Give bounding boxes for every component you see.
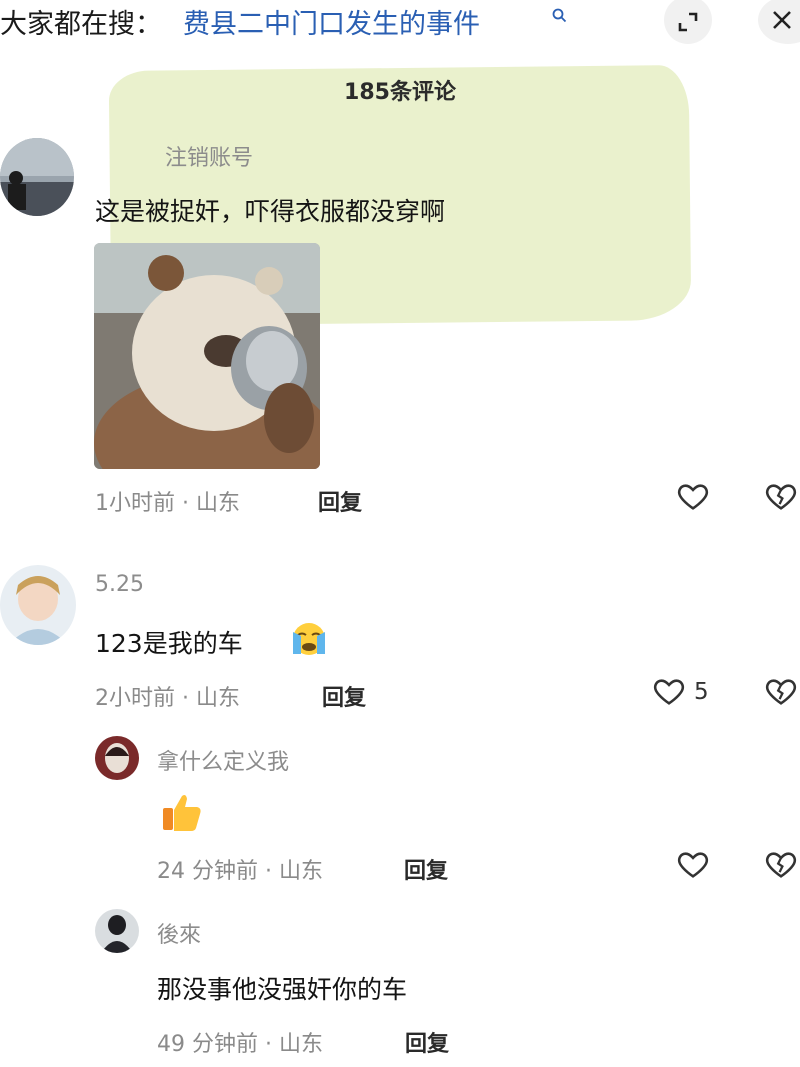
broken-heart-icon[interactable]: [764, 480, 798, 514]
reply-meta: 49 分钟前 · 山东: [157, 1032, 323, 1057]
avatar-image: [95, 909, 139, 953]
close-icon: [773, 11, 791, 29]
heart-icon[interactable]: [676, 480, 710, 514]
reply-text: 那没事他没强奸你的车: [157, 975, 408, 1004]
avatar-image: [95, 736, 139, 780]
search-prefix: 大家都在搜：: [0, 9, 162, 40]
broken-heart-icon[interactable]: [764, 675, 798, 709]
comment-text: 这是被捉奸，吓得衣服都没穿啊: [95, 197, 446, 226]
search-icon[interactable]: [552, 8, 567, 23]
reply-button[interactable]: 回复: [322, 680, 366, 712]
comment-username[interactable]: 注销账号: [165, 140, 253, 172]
reply-meta: 24 分钟前 · 山东: [157, 859, 323, 884]
reply-avatar[interactable]: [95, 736, 139, 780]
like-count: 5: [694, 679, 709, 705]
reply-avatar[interactable]: [95, 909, 139, 953]
reply-username[interactable]: 拿什么定义我: [157, 744, 289, 776]
heart-icon[interactable]: [676, 848, 710, 882]
avatar[interactable]: [0, 565, 76, 645]
crying-emoji-icon: [293, 623, 325, 655]
avatar[interactable]: [0, 138, 74, 216]
avatar-image: [0, 565, 76, 645]
reply-button[interactable]: 回复: [405, 1026, 449, 1058]
heart-icon[interactable]: [652, 675, 686, 709]
thumbs-up-emoji-icon: [163, 795, 201, 831]
reply-button[interactable]: 回复: [318, 485, 362, 517]
avatar-image: [0, 138, 74, 216]
reply-button[interactable]: 回复: [404, 853, 448, 885]
comment-username[interactable]: 5.25: [95, 572, 144, 597]
search-query-link[interactable]: 费县二中门口发生的事件: [183, 2, 480, 41]
bear-meme-image: [94, 243, 320, 469]
reply-username[interactable]: 後來: [157, 917, 201, 949]
comment-text: 123是我的车: [95, 629, 243, 658]
comment-image[interactable]: [94, 243, 320, 469]
broken-heart-icon[interactable]: [764, 848, 798, 882]
comment-meta: 1小时前 · 山东: [95, 491, 240, 516]
expand-icon: [678, 12, 698, 32]
comment-count: 185条评论: [344, 80, 456, 105]
comment-meta: 2小时前 · 山东: [95, 686, 240, 711]
